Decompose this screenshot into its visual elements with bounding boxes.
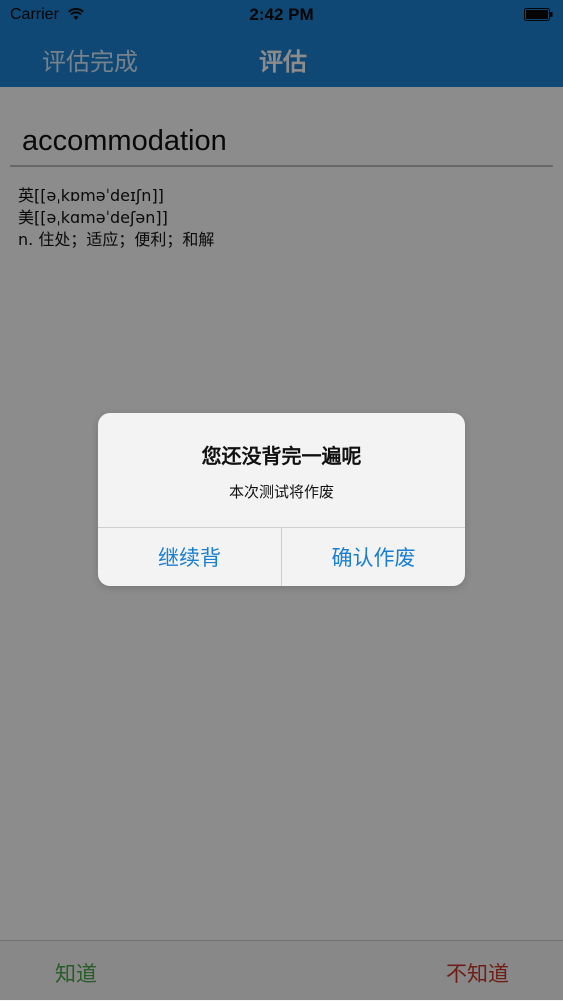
alert-message: 本次测试将作废 — [228, 483, 334, 501]
confirm-discard-button[interactable]: 确认作废 — [282, 528, 465, 586]
app-screen: Carrier 2:42 PM 评估完成 评估 accommodation 英[… — [0, 0, 563, 1001]
alert-dialog: 您还没背完一遍呢 本次测试将作废 继续背 确认作废 — [98, 413, 465, 586]
continue-button[interactable]: 继续背 — [98, 528, 281, 586]
alert-title: 您还没背完一遍呢 — [201, 444, 362, 468]
